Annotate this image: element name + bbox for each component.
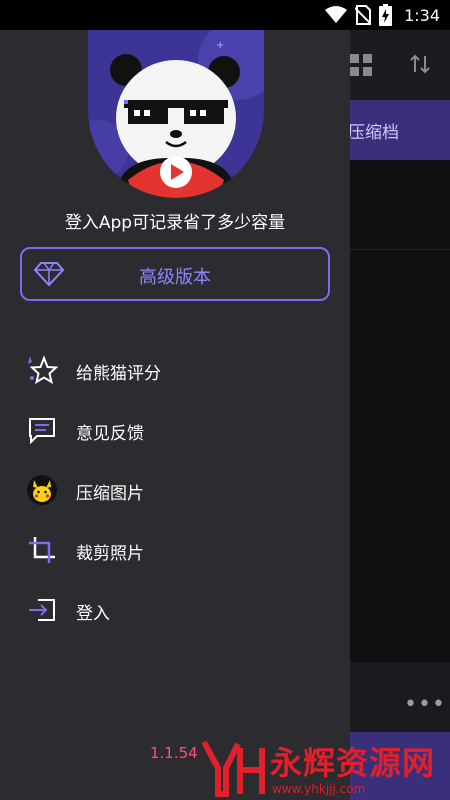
menu-item-feedback[interactable]: 意见反馈 xyxy=(0,400,350,460)
menu-item-rate[interactable]: 给熊猫评分 xyxy=(0,340,350,400)
premium-version-button[interactable]: 高级版本 xyxy=(20,247,330,301)
menu-item-login[interactable]: 登入 xyxy=(0,580,350,640)
crop-icon xyxy=(29,537,55,563)
menu-item-label: 给熊猫评分 xyxy=(76,364,161,384)
app-version: 1.1.54 xyxy=(150,744,198,762)
grid-view-icon[interactable] xyxy=(350,54,372,76)
watermark-url: www.yhkjjj.com xyxy=(272,782,366,796)
sort-icon[interactable] xyxy=(408,52,432,76)
no-sim-icon xyxy=(355,5,372,25)
star-rate-icon xyxy=(28,355,58,385)
battery-charging-icon xyxy=(379,4,393,26)
watermark-text: 永辉资源网 xyxy=(270,744,436,782)
panda-avatar-icon: + + xyxy=(88,30,264,198)
status-icons: 1:34 xyxy=(325,0,440,30)
avatar[interactable]: + + xyxy=(88,30,264,198)
menu-item-label: 意见反馈 xyxy=(76,424,144,444)
drawer-menu: 给熊猫评分 意见反馈 压缩图片 裁剪照片 登入 xyxy=(0,340,350,640)
more-options-icon[interactable]: ••• xyxy=(404,692,446,717)
menu-item-label: 裁剪照片 xyxy=(76,544,144,564)
pikachu-icon xyxy=(27,475,57,505)
status-bar: 1:34 xyxy=(0,0,450,30)
feedback-icon xyxy=(29,418,55,445)
menu-item-label: 压缩图片 xyxy=(76,484,144,504)
status-time: 1:34 xyxy=(404,5,440,25)
login-icon xyxy=(29,599,55,621)
login-hint[interactable]: 登入App可记录省了多少容量 xyxy=(0,208,350,233)
premium-version-label: 高级版本 xyxy=(139,267,211,288)
menu-item-label: 登入 xyxy=(76,604,110,624)
watermark-logo-icon xyxy=(201,740,265,797)
navigation-drawer: + + 登入App可记录省了多少容量 xyxy=(0,30,350,800)
background-banner-label: 压缩档 xyxy=(348,123,399,143)
menu-item-crop-photo[interactable]: 裁剪照片 xyxy=(0,520,350,580)
svg-text:+: + xyxy=(216,40,224,51)
menu-item-compress-image[interactable]: 压缩图片 xyxy=(0,460,350,520)
watermark: 永辉资源网 www.yhkjjj.com xyxy=(200,736,450,800)
wifi-icon xyxy=(325,6,348,23)
